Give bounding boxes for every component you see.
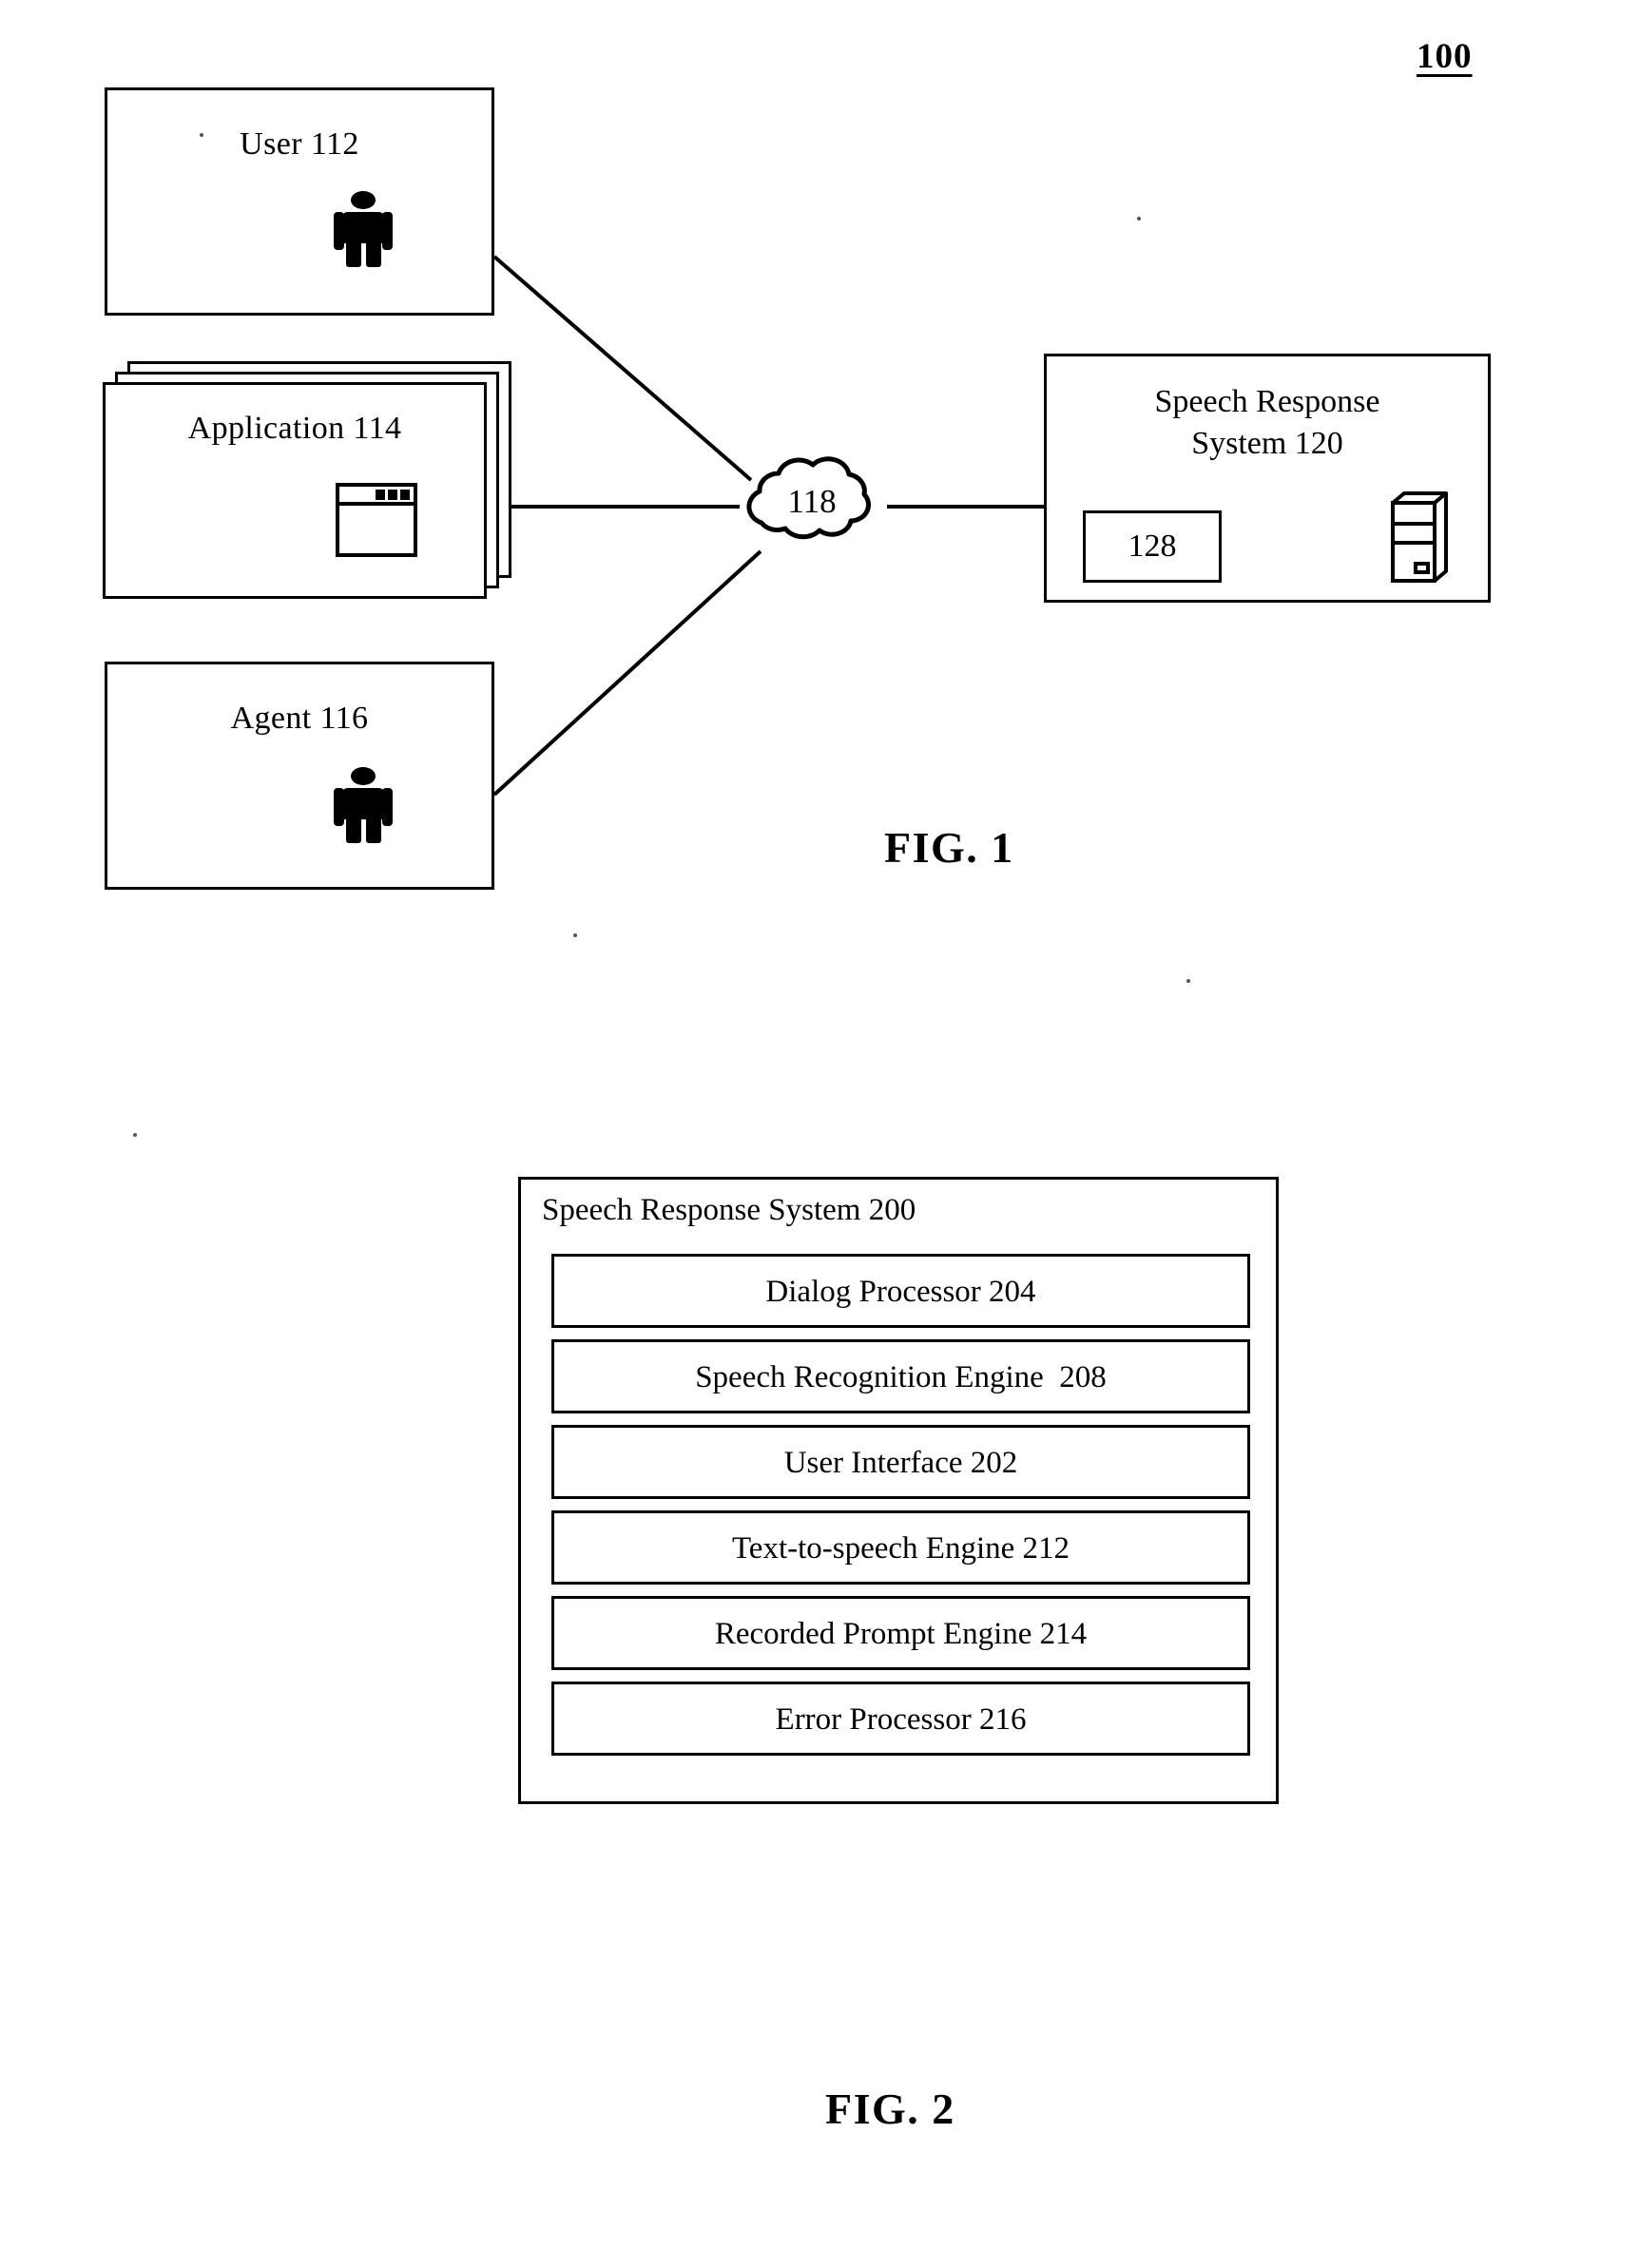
scan-speck [133, 1133, 137, 1137]
speech-response-system-node: Speech Response System 120 128 [1044, 354, 1491, 603]
speech-response-system-title-line2: System 120 [1191, 426, 1343, 461]
module-label: Text-to-speech Engine 212 [731, 1531, 1070, 1566]
scan-speck [1186, 979, 1190, 983]
module-label: Speech Recognition Engine 208 [695, 1360, 1107, 1394]
figure1-caption: FIG. 1 [884, 823, 1014, 872]
module-text-to-speech-engine: Text-to-speech Engine 212 [551, 1510, 1250, 1585]
network-cloud-node: 118 [730, 454, 894, 559]
user-node: User 112 [105, 87, 494, 316]
patent-drawing-sheet: 100 User 112 Application 114 Agent 116 1… [0, 0, 1639, 2268]
speech-response-system-200-container: Speech Response System 200 Dialog Proces… [518, 1177, 1279, 1804]
module-speech-recognition-engine: Speech Recognition Engine 208 [551, 1339, 1250, 1413]
speech-response-system-inner-box-label: 128 [1128, 529, 1177, 564]
person-icon [334, 767, 393, 843]
person-icon [334, 191, 393, 267]
module-user-interface: User Interface 202 [551, 1425, 1250, 1499]
application-node-label: Application 114 [187, 411, 402, 446]
speech-response-system-title: Speech Response System 120 [1047, 381, 1488, 465]
figure2-caption: FIG. 2 [825, 2085, 955, 2133]
speech-response-system-200-title: Speech Response System 200 [542, 1193, 916, 1227]
speech-response-system-inner-box: 128 [1083, 510, 1222, 583]
user-node-label: User 112 [240, 126, 359, 162]
module-label: Dialog Processor 204 [765, 1275, 1036, 1309]
module-label: User Interface 202 [783, 1446, 1018, 1480]
window-icon [336, 483, 417, 557]
module-label: Recorded Prompt Engine 214 [714, 1617, 1088, 1651]
module-label: Error Processor 216 [775, 1702, 1027, 1737]
agent-node: Agent 116 [105, 662, 494, 890]
application-node: Application 114 [103, 361, 511, 599]
scan-speck [573, 933, 577, 937]
module-error-processor: Error Processor 216 [551, 1682, 1250, 1756]
speech-response-system-title-line1: Speech Response [1154, 384, 1380, 419]
scan-speck [1137, 217, 1141, 221]
network-cloud-label: 118 [787, 483, 837, 520]
module-recorded-prompt-engine: Recorded Prompt Engine 214 [551, 1596, 1250, 1670]
module-dialog-processor: Dialog Processor 204 [551, 1254, 1250, 1328]
agent-node-label: Agent 116 [230, 701, 369, 736]
server-tower-icon [1387, 490, 1450, 585]
scan-speck [200, 133, 203, 137]
